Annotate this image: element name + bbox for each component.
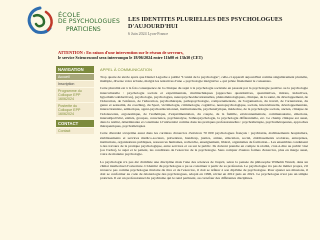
logo-swirl-icon [27, 6, 53, 34]
site-subtitle: 6 Juin 2024 Lyon-France [128, 31, 169, 36]
alert-text: le service Sciencesconf sera interrompu … [58, 54, 203, 60]
epp-logo[interactable]: ÉCOLE DE PSYCHOLOGUES PRATICIENS [22, 4, 122, 44]
sidebar-heading-contact: CONTACT [56, 120, 94, 127]
content-paragraph: Trop quarte de siècle après que Daniel L… [100, 75, 308, 84]
content-title: APPEL À COMMUNICATION [100, 67, 153, 72]
site-title: LES IDENTITES PLURIELLES DES PSYCHOLOGUE… [128, 16, 283, 30]
content-paragraph: La psychologie n'a pas été d'emblée une … [100, 159, 308, 181]
page: ÉCOLE DE PSYCHOLOGUES PRATICIENS LES IDE… [0, 0, 320, 240]
sidebar-item-programme[interactable]: Programme du Colloque EPP 16062024 [56, 88, 94, 102]
content-paragraph: Cette diversité s'exprime aussi dans les… [100, 131, 308, 157]
sidebar-item-contact[interactable]: Contact [56, 128, 94, 134]
logo-text-psychologues: DE PSYCHOLOGUES [58, 18, 120, 25]
sidebar: NAVIGATION Accueil Inscription Programme… [56, 66, 94, 135]
site-header: ÉCOLE DE PSYCHOLOGUES PRATICIENS LES IDE… [0, 0, 320, 50]
sidebar-heading-navigation: NAVIGATION [56, 66, 94, 73]
sidebar-item-posterite[interactable]: Posterite du Colloque EPP 16062024 [56, 103, 94, 117]
content-paragraph: Cette pluralité est à la fois conséquenc… [100, 86, 308, 129]
maintenance-alert: ATTENTION : En raison d'une intervention… [58, 50, 308, 65]
logo-text-praticiens: PRATICIENS [66, 26, 101, 33]
sidebar-item-accueil[interactable]: Accueil [56, 74, 94, 80]
sidebar-item-inscription[interactable]: Inscription [56, 81, 94, 87]
main-content: APPEL À COMMUNICATION Trop quarte de siè… [100, 67, 308, 184]
